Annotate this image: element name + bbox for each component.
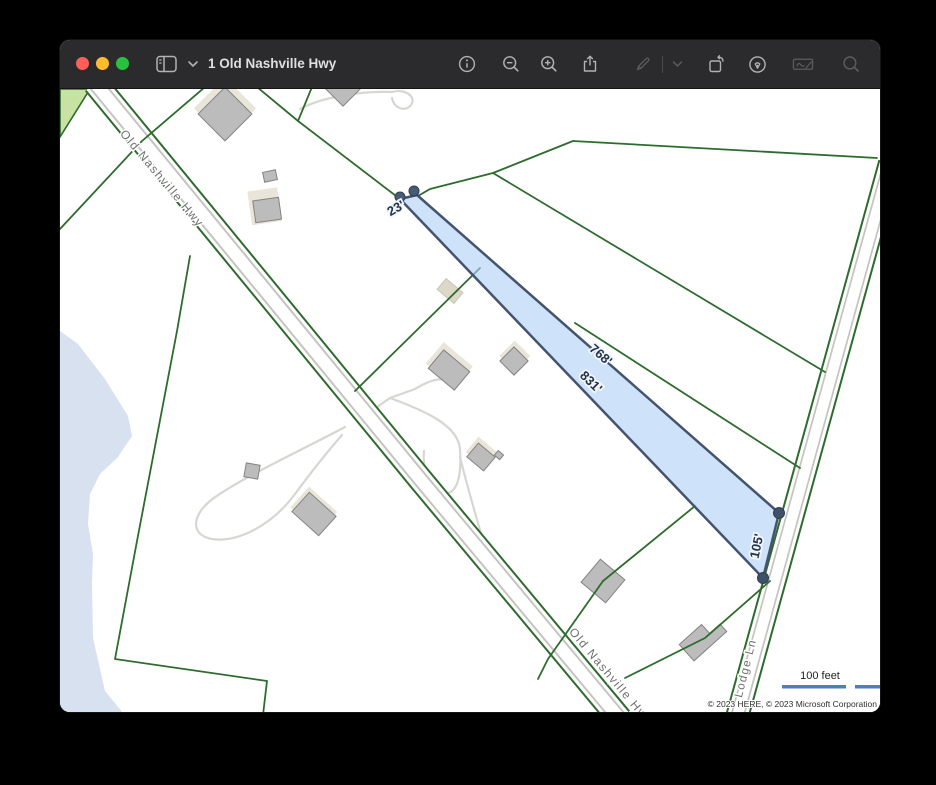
zoom-out-icon [501,54,521,74]
signature-box-icon [792,55,814,73]
window-title: 1 Old Nashville Hwy [208,40,336,88]
share-icon [580,54,600,74]
building [263,170,278,182]
markup-pen-icon [747,54,768,75]
building [244,463,260,479]
desktop-background: 1 Old Nashville Hwy [0,0,936,785]
info-icon [457,54,477,74]
search-button [840,53,862,75]
close-window-button[interactable] [76,57,89,70]
search-icon [841,54,861,74]
zoom-out-button[interactable] [500,53,522,75]
map-canvas[interactable]: 23' 768' 831' 105' Old Nashville Hwy Old… [60,89,880,712]
minimize-window-button[interactable] [96,57,109,70]
scale-label: 100 feet [800,670,840,682]
preview-window: 1 Old Nashville Hwy [60,40,880,712]
sidebar-icon [156,55,177,73]
rotate-left-button[interactable] [705,53,727,75]
sidebar-toggle-button[interactable] [155,53,177,75]
share-button[interactable] [579,53,601,75]
scale-bar-segment [855,685,880,689]
vertex-dot[interactable] [409,186,419,196]
vertex-dot[interactable] [758,573,769,584]
fill-and-sign-button [792,53,814,75]
rotate-left-icon [706,54,727,75]
zoom-in-button[interactable] [538,53,560,75]
building [247,187,281,225]
zoom-in-icon [539,54,559,74]
map-attribution: © 2023 HERE, © 2023 Microsoft Corporatio… [708,699,878,709]
window-titlebar[interactable]: 1 Old Nashville Hwy [60,40,880,89]
fullscreen-window-button[interactable] [116,57,129,70]
chevron-down-icon [187,60,199,68]
toolbar-divider [662,56,663,73]
vertex-dot[interactable] [774,508,785,519]
markup-options-chevron-button [666,53,688,75]
chevron-down-icon [672,60,683,68]
markup-pen-button[interactable] [746,53,768,75]
markup-pencil-button [632,53,654,75]
info-button[interactable] [456,53,478,75]
scale-bar-segment [782,685,846,689]
markup-pencil-icon [633,54,653,74]
sidebar-chevron-button[interactable] [182,53,204,75]
